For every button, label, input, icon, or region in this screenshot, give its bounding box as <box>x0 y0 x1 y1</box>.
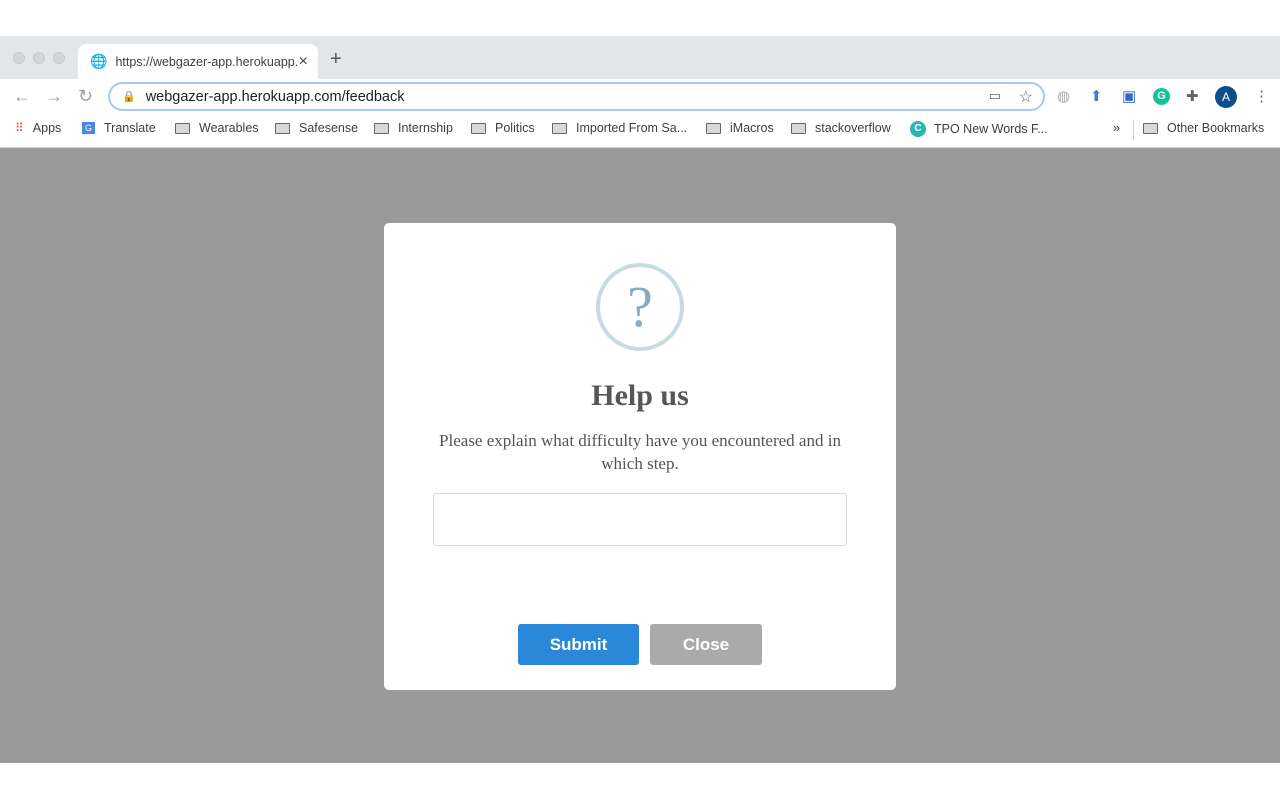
puzzle-icon[interactable]: ✚ <box>1186 87 1199 105</box>
window-minimize-button[interactable] <box>33 52 45 64</box>
cast-icon[interactable]: ▭ <box>989 88 1001 104</box>
feedback-modal: ? Help us Please explain what difficulty… <box>384 223 896 690</box>
extension-hat-icon[interactable]: ⬆ <box>1090 87 1103 105</box>
toolbar: ← → ↻ 🔒 webgazer-app.herokuapp.com/feedb… <box>0 79 1280 113</box>
window-close-button[interactable] <box>13 52 25 64</box>
bookmark-folder[interactable]: Wearables <box>175 121 259 135</box>
folder-icon <box>1143 122 1158 134</box>
tab-strip: 🌐 https://webgazer-app.herokuapp.com/fee… <box>0 36 1280 79</box>
modal-description: Please explain what difficulty have you … <box>439 431 841 473</box>
profile-avatar[interactable]: A <box>1215 86 1237 108</box>
save-extension-icon[interactable]: ▣ <box>1122 87 1136 105</box>
tab-active[interactable]: 🌐 https://webgazer-app.herokuapp.com/fee… <box>78 44 318 79</box>
tpo-c-icon: C <box>910 121 926 137</box>
menu-icon[interactable]: ⋮ <box>1254 87 1269 105</box>
tab-title: https://webgazer-app.herokuapp.com/feedb… <box>115 54 299 69</box>
bookmark-translate[interactable]: G Translate <box>82 121 156 135</box>
folder-icon <box>175 122 190 134</box>
globe-extension-icon[interactable]: ◍ <box>1057 87 1070 105</box>
bookmark-folder[interactable]: Politics <box>471 121 535 135</box>
bookmarks-overflow-button[interactable]: » <box>1113 121 1120 135</box>
feedback-input[interactable] <box>433 493 847 546</box>
bookmark-folder[interactable]: iMacros <box>706 121 774 135</box>
lock-icon: 🔒 <box>122 91 136 103</box>
translate-icon: G <box>82 122 96 134</box>
tab-close-icon[interactable]: × <box>299 53 308 71</box>
folder-icon <box>791 122 806 134</box>
new-tab-button[interactable]: + <box>330 48 342 71</box>
star-icon[interactable]: ☆ <box>1019 87 1033 107</box>
grammarly-icon[interactable]: G <box>1153 88 1170 105</box>
folder-icon <box>552 122 567 134</box>
submit-button[interactable]: Submit <box>518 624 639 665</box>
reload-icon[interactable]: ↻ <box>78 86 93 107</box>
bookmark-folder[interactable]: Safesense <box>275 121 358 135</box>
question-mark-icon: ? <box>596 263 684 351</box>
bookmark-folder[interactable]: Internship <box>374 121 453 135</box>
modal-title: Help us <box>591 379 689 412</box>
close-button[interactable]: Close <box>650 624 762 665</box>
bookmark-tpo[interactable]: C TPO New Words F... <box>910 121 1048 137</box>
other-bookmarks[interactable]: Other Bookmarks <box>1143 121 1264 135</box>
folder-icon <box>374 122 389 134</box>
bookmark-apps[interactable]: ⠿ Apps <box>15 121 61 135</box>
folder-icon <box>706 122 721 134</box>
url-text: webgazer-app.herokuapp.com/feedback <box>145 88 405 105</box>
apps-grid-icon: ⠿ <box>15 121 24 135</box>
folder-icon <box>275 122 290 134</box>
back-icon[interactable]: ← <box>13 86 31 107</box>
folder-icon <box>471 122 486 134</box>
bookmark-folder[interactable]: stackoverflow <box>791 121 891 135</box>
divider <box>1133 120 1134 140</box>
address-bar[interactable]: 🔒 webgazer-app.herokuapp.com/feedback ▭ … <box>108 82 1045 111</box>
window-maximize-button[interactable] <box>53 52 65 64</box>
forward-icon[interactable]: → <box>45 86 63 107</box>
bookmark-folder[interactable]: Imported From Sa... <box>552 121 687 135</box>
bookmarks-bar: ⠿ Apps G Translate Wearables Safesense Int… <box>0 113 1280 148</box>
globe-icon: 🌐 <box>90 53 108 69</box>
